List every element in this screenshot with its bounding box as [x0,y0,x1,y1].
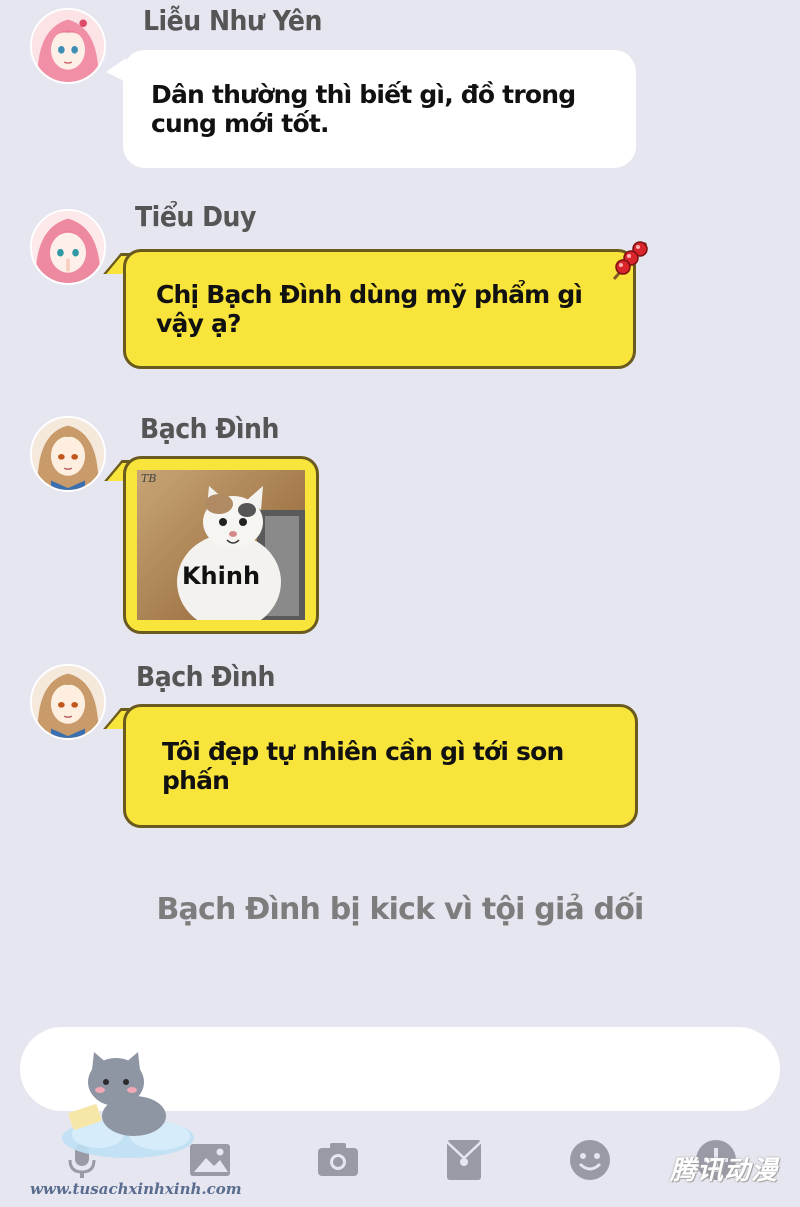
message-bubble[interactable]: Dân thường thì biết gì, đồ trong cung mớ… [123,50,636,168]
message-lieu-nhu-yen: Liễu Như Yên Dân thường thì biết gì, đồ … [0,0,800,180]
avatar-bach-dinh[interactable] [30,416,106,492]
message-bubble[interactable]: Tôi đẹp tự nhiên cần gì tới son phấn [123,704,638,828]
sender-name: Tiểu Duy [135,200,256,233]
system-notice: Bạch Đình bị kick vì tội giả dối [156,892,644,927]
sender-name: Bạch Đình [136,660,275,693]
red-envelope-button[interactable] [442,1138,486,1182]
avatar-tieu-duy[interactable] [30,209,106,285]
sticker-message[interactable]: TB Khinh [123,456,319,634]
cat-mascot-watermark [62,1052,194,1158]
avatar-lieu-nhu-yen[interactable] [30,8,106,84]
camera-button[interactable] [316,1138,360,1182]
emoji-icon [570,1140,610,1180]
camera-icon [318,1143,358,1176]
avatar-bach-dinh[interactable] [30,664,106,740]
sender-name: Bạch Đình [140,412,279,445]
cat-icon [177,486,305,620]
sender-name: Liễu Như Yên [143,4,322,37]
message-bubble[interactable]: Chị Bạch Đình dùng mỹ phẩm gì vậy ạ? [123,249,636,369]
emoji-button[interactable] [568,1138,612,1182]
brand-watermark: 腾讯动漫 [669,1156,778,1186]
red-envelope-icon [446,1140,482,1180]
message-text: Dân thường thì biết gì, đồ trong cung mớ… [151,80,576,138]
cat-sticker-image: TB Khinh [137,470,305,620]
candied-haws-icon [612,241,648,280]
site-watermark: www.tusachxinhxinh.com [30,1180,242,1198]
message-tieu-duy: Tiểu Duy Chị Bạch Đình dùng mỹ phẩm gì v… [0,195,800,385]
sticker-watermark: TB [141,472,157,485]
message-bach-dinh-sticker: Bạch Đình [0,400,800,650]
message-bach-dinh-text: Bạch Đình Tôi đẹp tự nhiên cần gì tới so… [0,650,800,840]
sticker-caption: Khinh [181,562,261,590]
message-text: Chị Bạch Đình dùng mỹ phẩm gì vậy ạ? [156,280,583,338]
message-text: Tôi đẹp tự nhiên cần gì tới son phấn [162,737,564,795]
